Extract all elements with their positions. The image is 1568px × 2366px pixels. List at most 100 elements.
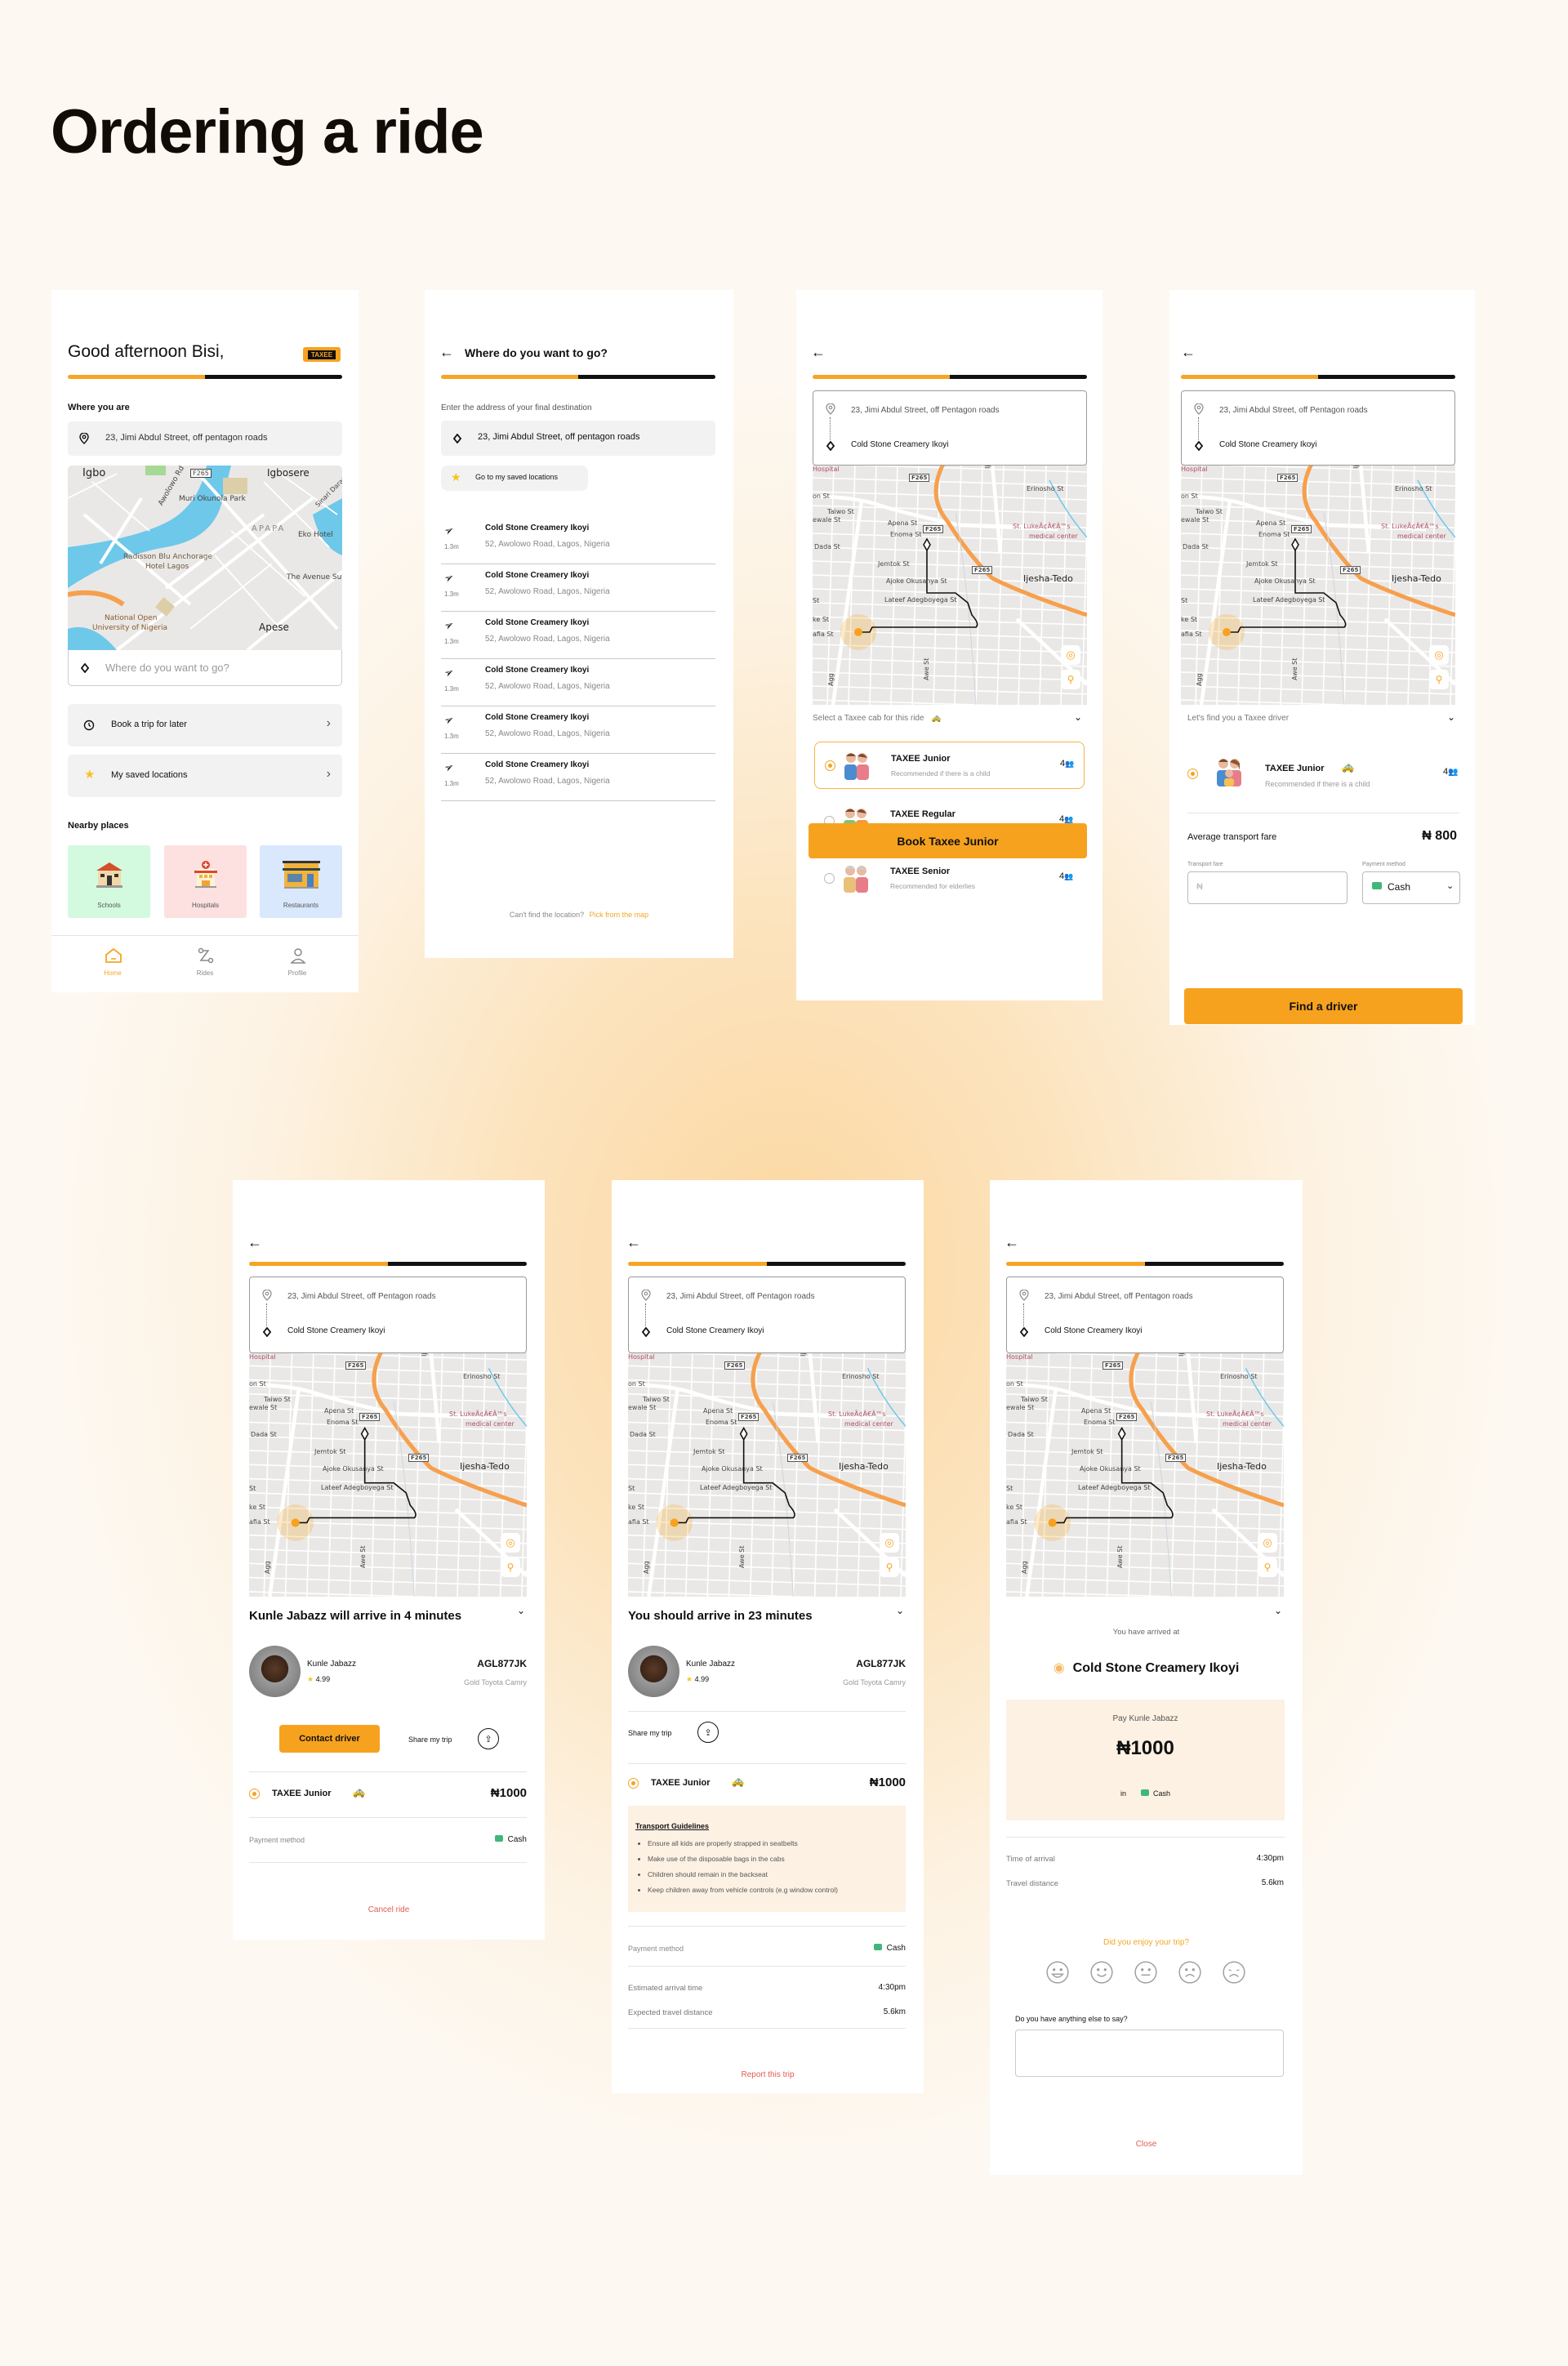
route-map[interactable]: HospitalF265Ijesha RdErinosho Ston StTai… [628, 1352, 906, 1597]
cash-icon [873, 1944, 882, 1950]
nearby-restaurants[interactable]: Restaurants [260, 845, 342, 918]
map-label: ewale St [249, 1404, 278, 1411]
pin-location-button[interactable]: ⚲ [1429, 670, 1449, 689]
cab-option[interactable]: TAXEE Junior Recommended if there is a c… [814, 742, 1085, 789]
back-arrow-icon[interactable]: ← [626, 1234, 641, 1251]
home-map[interactable]: Igbo Igbosere F265 Muri Okunola Park APA… [68, 466, 342, 650]
cab-radio[interactable] [824, 873, 835, 884]
map-label: Ijesha-Tedo [1217, 1461, 1267, 1472]
driver-name: Kunle Jabazz [686, 1660, 736, 1669]
diamond-marker-icon [640, 1326, 652, 1338]
route-dots [266, 1303, 267, 1326]
pin-location-button[interactable]: ⚲ [880, 1557, 899, 1577]
map-label: F265 [738, 1413, 760, 1421]
saved-locations-chip[interactable]: ★ Go to my saved locations [441, 466, 588, 491]
nearby-hospitals[interactable]: Hospitals [164, 845, 247, 918]
driver-rating: ★ 4.99 [686, 1675, 709, 1684]
contact-driver-button[interactable]: Contact driver [279, 1725, 380, 1753]
cab-illustration [841, 863, 871, 893]
recenter-button[interactable]: ◎ [1258, 1533, 1277, 1553]
location-pin-icon [78, 432, 91, 445]
destination-input[interactable]: Where do you want to go? [68, 650, 342, 686]
current-location-field[interactable]: 23, Jimi Abdul Street, off pentagon road… [68, 421, 342, 456]
result-item[interactable]: ➢ 1.3m Cold Stone Creamery Ikoyi 52, Awo… [441, 755, 715, 801]
payment-label: Payment method [628, 1945, 684, 1953]
saved-locations-button[interactable]: ★ My saved locations › [68, 755, 342, 797]
chevron-down-icon[interactable]: ⌄ [1074, 711, 1082, 723]
family-illustration [1214, 757, 1244, 786]
result-item[interactable]: ➢ 1.3m Cold Stone Creamery Ikoyi 52, Awo… [441, 613, 715, 659]
map-label: APAPA [252, 524, 286, 533]
map-label: medical center [844, 1420, 893, 1428]
recenter-button[interactable]: ◎ [1061, 645, 1080, 665]
nav-rides[interactable]: Rides [176, 943, 234, 984]
book-button[interactable]: Book Taxee Junior [808, 823, 1087, 858]
car-icon: 🚕 [1341, 760, 1355, 773]
cancel-ride-link[interactable]: Cancel ride [233, 1905, 545, 1914]
face-very-sad-icon[interactable] [1222, 1960, 1246, 1985]
face-very-happy-icon[interactable] [1045, 1960, 1070, 1985]
book-later-button[interactable]: Book a trip for later › [68, 704, 342, 746]
map-label: Taiwo St [827, 508, 854, 515]
back-arrow-icon[interactable]: ← [1181, 344, 1196, 361]
chevron-down-icon[interactable]: ⌄ [517, 1605, 525, 1616]
recenter-button[interactable]: ◎ [1429, 645, 1449, 665]
back-arrow-icon[interactable]: ← [439, 344, 454, 361]
share-trip-label[interactable]: Share my trip [628, 1729, 672, 1737]
nav-profile[interactable]: Profile [269, 943, 326, 984]
guidelines-title: Transport Guidelines [635, 1822, 710, 1830]
route-map[interactable]: HospitalF265Ijesha RdErinosho Ston StTai… [1006, 1352, 1284, 1597]
map-label: Agg [1196, 673, 1203, 686]
face-neutral-icon[interactable] [1134, 1960, 1158, 1985]
origin-text: 23, Jimi Abdul Street, off Pentagon road… [666, 1292, 815, 1301]
fare-input[interactable]: ₦ [1187, 871, 1348, 904]
share-icon[interactable]: ⇪ [697, 1722, 719, 1743]
face-sad-icon[interactable] [1178, 1960, 1202, 1985]
cab-option[interactable]: TAXEE Senior Recommended for elderlies 4… [814, 855, 1085, 902]
back-arrow-icon[interactable]: ← [247, 1234, 262, 1251]
star-icon: ★ [451, 470, 461, 483]
close-link[interactable]: Close [990, 2140, 1303, 2149]
chevron-down-icon[interactable]: ⌄ [1447, 711, 1455, 723]
recenter-button[interactable]: ◎ [501, 1533, 520, 1553]
book-later-label: Book a trip for later [111, 720, 187, 729]
pick-from-map-link[interactable]: Pick from the map [590, 911, 649, 919]
route-map[interactable]: HospitalF265Ijesha RdErinosho Ston StTai… [1181, 464, 1455, 705]
route-map[interactable]: HospitalF265Ijesha RdErinosho Ston StTai… [813, 464, 1087, 705]
nearby-schools[interactable]: Schools [68, 845, 150, 918]
face-happy-icon[interactable] [1089, 1960, 1114, 1985]
recenter-button[interactable]: ◎ [880, 1533, 899, 1553]
destination-input[interactable]: 23, Jimi Abdul Street, off pentagon road… [441, 421, 715, 456]
result-item[interactable]: ➢ 1.3m Cold Stone Creamery Ikoyi 52, Awo… [441, 708, 715, 754]
result-address: 52, Awolowo Road, Lagos, Nigeria [485, 635, 610, 644]
cab-radio[interactable] [825, 760, 835, 771]
chevron-down-icon[interactable]: ⌄ [896, 1605, 904, 1616]
share-trip-label[interactable]: Share my trip [408, 1736, 452, 1744]
diamond-marker-icon [451, 432, 464, 445]
cab-radio[interactable] [1187, 769, 1198, 779]
map-label: Lateef Adegboyega St [1078, 1484, 1151, 1491]
map-label: F265 [923, 525, 944, 533]
nav-home[interactable]: Home [84, 943, 141, 984]
saved-locations-label: My saved locations [111, 770, 188, 780]
pin-location-button[interactable]: ⚲ [1061, 670, 1080, 689]
report-trip-link[interactable]: Report this trip [612, 2070, 924, 2079]
share-icon[interactable]: ⇪ [478, 1728, 499, 1749]
route-map[interactable]: HospitalF265Ijesha RdErinosho Ston StTai… [249, 1352, 527, 1597]
pin-location-button[interactable]: ⚲ [1258, 1557, 1277, 1577]
cab-desc: Recommended if there is a child [1265, 780, 1370, 788]
map-label: Enoma St [1258, 531, 1290, 538]
payment-select[interactable]: Cash ⌄ [1362, 871, 1460, 904]
result-item[interactable]: ➢ 1.3m Cold Stone Creamery Ikoyi 52, Awo… [441, 519, 715, 564]
back-arrow-icon[interactable]: ← [811, 344, 826, 361]
back-arrow-icon[interactable]: ← [1004, 1234, 1019, 1251]
map-label: afia St [1006, 1518, 1027, 1526]
chevron-down-icon[interactable]: ⌄ [1274, 1605, 1282, 1616]
cab-name: TAXEE Regular [890, 809, 956, 819]
result-item[interactable]: ➢ 1.3m Cold Stone Creamery Ikoyi 52, Awo… [441, 661, 715, 706]
result-item[interactable]: ➢ 1.3m Cold Stone Creamery Ikoyi 52, Awo… [441, 566, 715, 612]
comment-textarea[interactable] [1015, 2030, 1284, 2077]
find-driver-button[interactable]: Find a driver [1184, 988, 1463, 1024]
pin-location-button[interactable]: ⚲ [501, 1557, 520, 1577]
divider [249, 1862, 527, 1863]
